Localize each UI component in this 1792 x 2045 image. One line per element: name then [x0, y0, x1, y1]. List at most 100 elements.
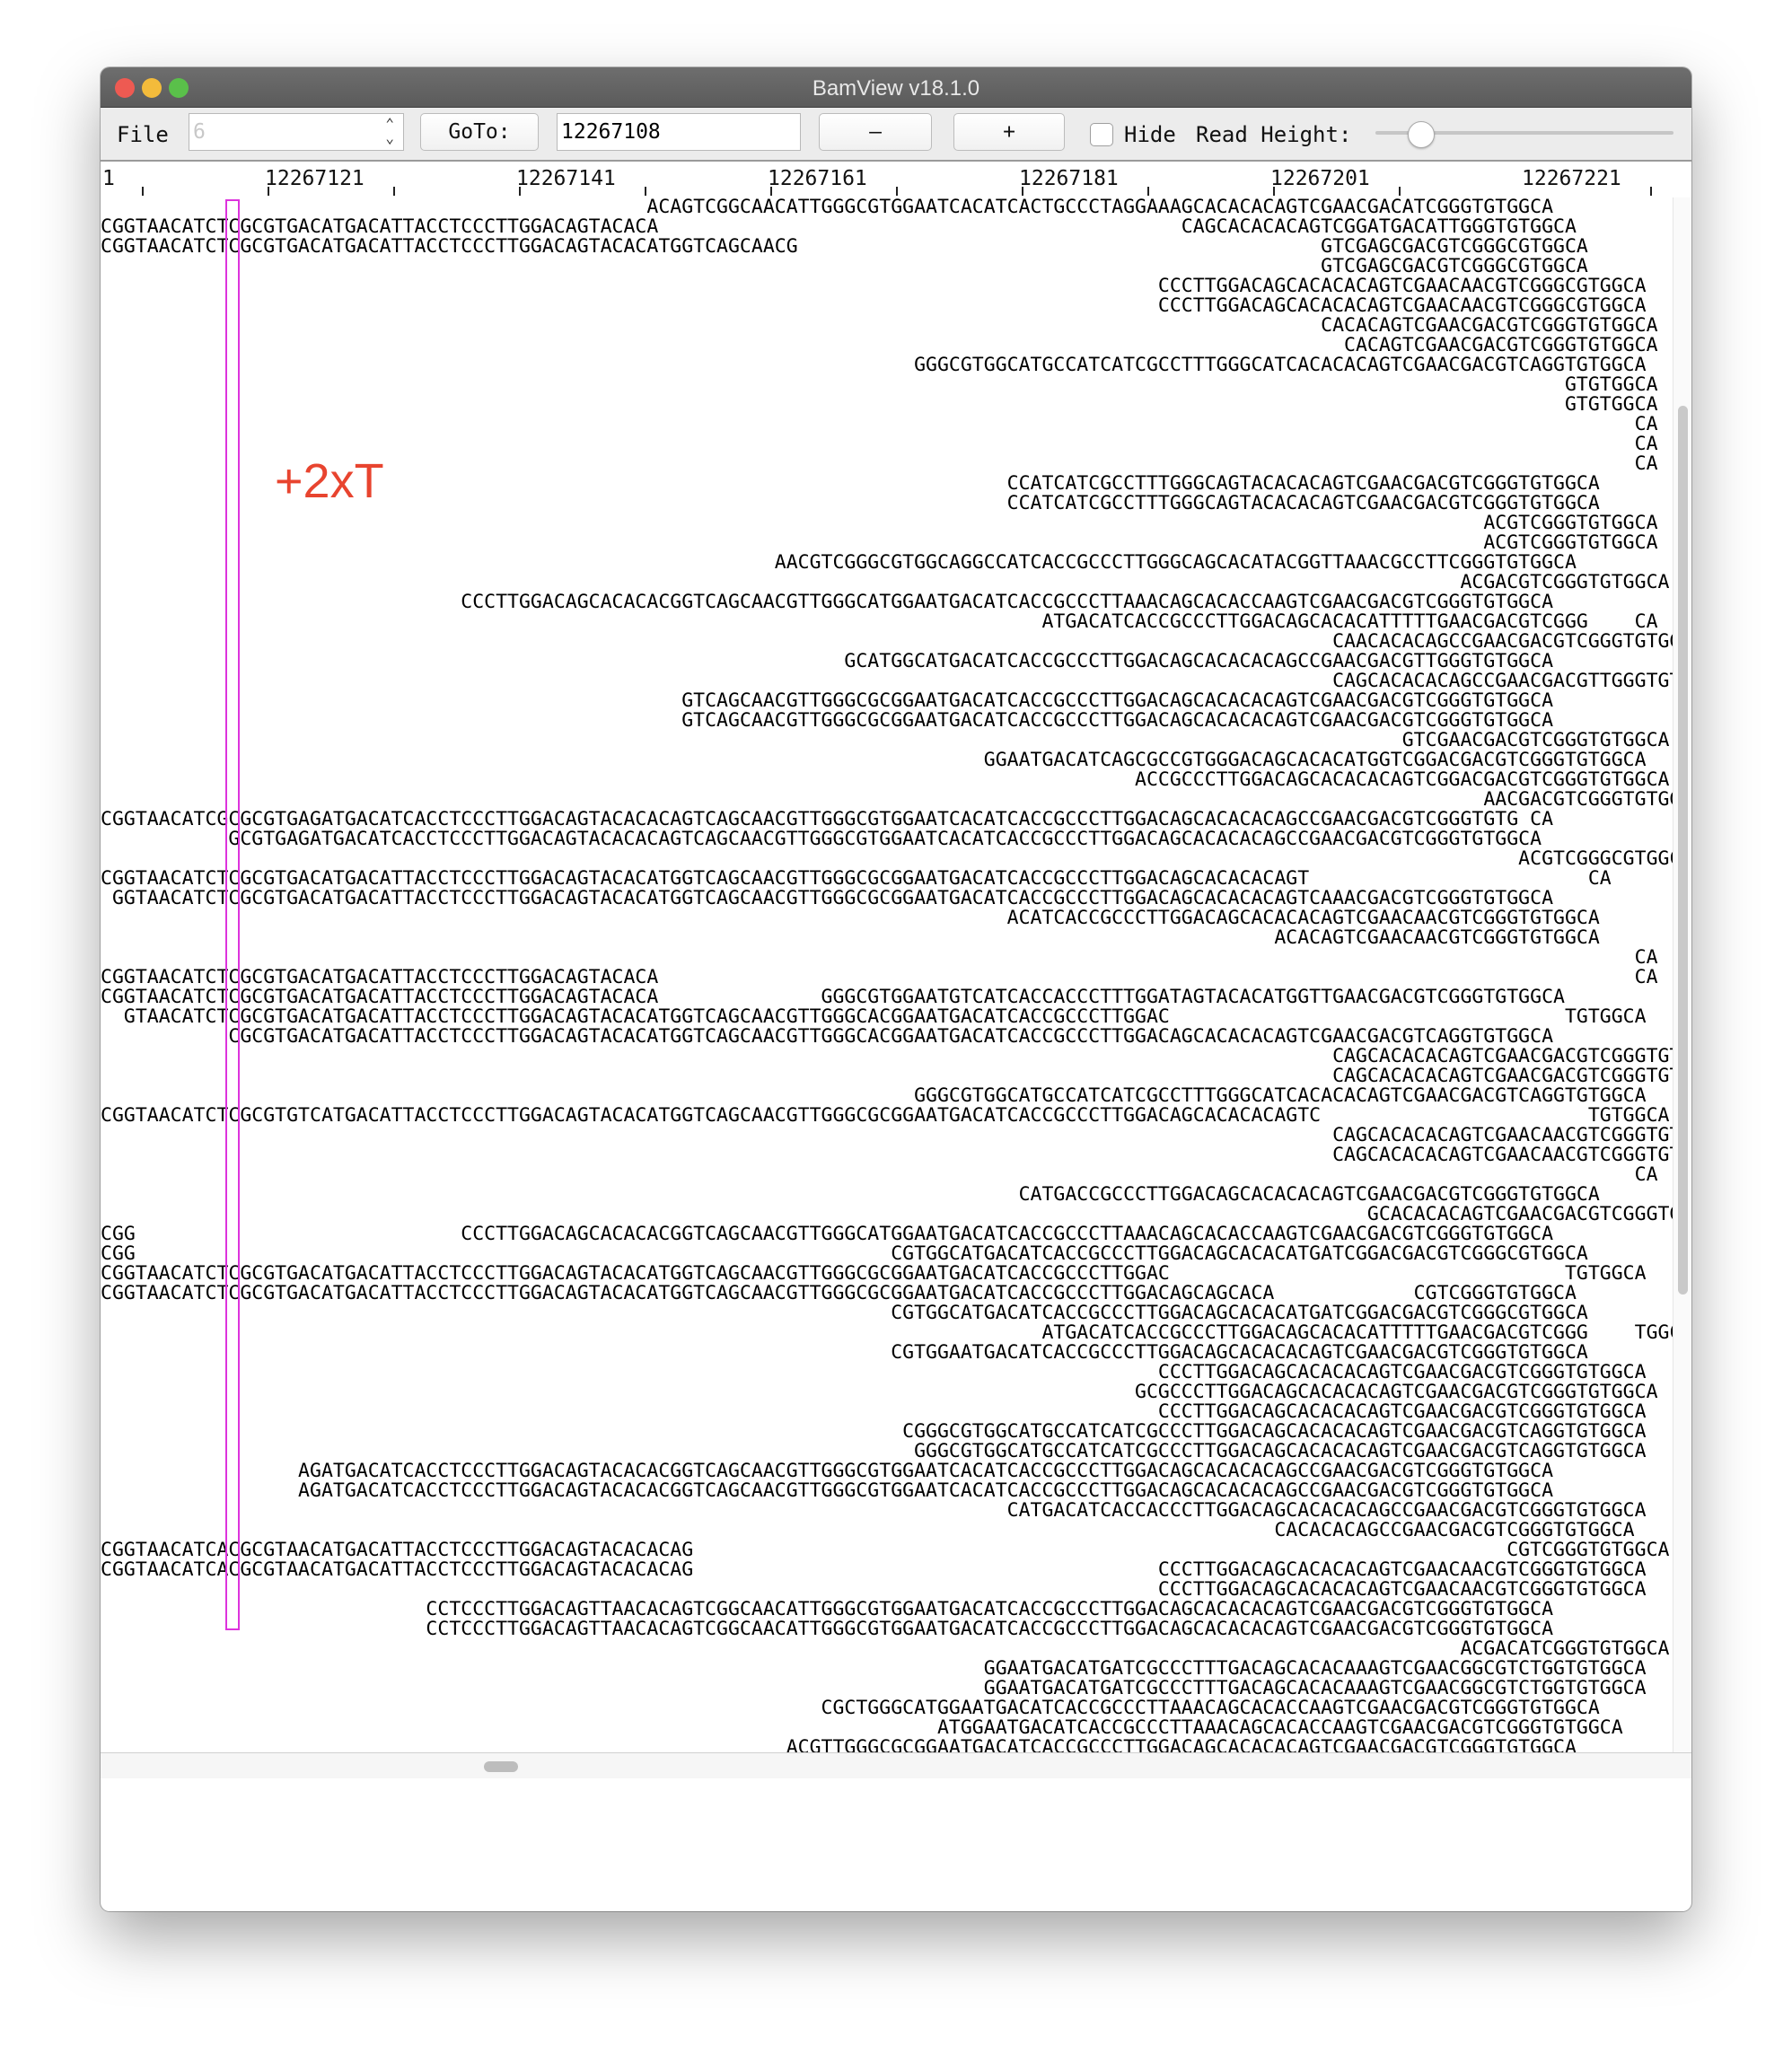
read-row[interactable]: GTCGAACGACGTCGGGTGTGGCA	[101, 731, 1673, 750]
hide-label: Hide	[1124, 122, 1176, 147]
read-row[interactable]: CCCTTGGACAGCACACACAGTCGAACGACGTCGGGTGTGG…	[101, 1363, 1673, 1382]
bamview-window: BamView v18.1.0 File 6 ⌃ ⌄ GoTo: 12267108…	[101, 67, 1691, 1911]
read-row[interactable]: ACCGCCCTTGGACAGCACACACAGTCGGACGACGTCGGGT…	[101, 770, 1673, 790]
read-row[interactable]: ATGACATCACCGCCCTTGGACAGCACACATTTTTGAACGA…	[101, 612, 1673, 632]
read-row[interactable]: GGTAACATCTCGCGTGACATGACATTACCTCCCTTGGACA…	[101, 889, 1673, 908]
read-row[interactable]: CGG CCCTTGGACAGCACACACGGTCAGCAACGTTGGGCA…	[101, 1224, 1673, 1244]
read-row[interactable]: ATGGAATGACATCACCGCCCTTAAACAGCACACCAAGTCG…	[101, 1718, 1673, 1738]
read-row[interactable]: CACACAGTCGAACGACGTCGGGTGTGGCA	[101, 316, 1673, 336]
read-row[interactable]: CGGTAACATCTCGCGTGTCATGACATTACCTCCCTTGGAC…	[101, 1106, 1673, 1126]
read-row[interactable]: CACACACAGCCGAACGACGTCGGGTGTGGCA	[101, 1521, 1673, 1540]
read-height-slider-knob[interactable]	[1407, 121, 1435, 148]
zoom-in-button[interactable]: +	[953, 113, 1065, 151]
read-row[interactable]: GCATGGCATGACATCACCGCCCTTGGACAGCACACACAGC…	[101, 652, 1673, 671]
hide-checkbox[interactable]	[1090, 123, 1113, 146]
read-row[interactable]: GTCAGCAACGTTGGGCGCGGAATGACATCACCGCCCTTGG…	[101, 711, 1673, 731]
read-row[interactable]: GGAATGACATGATCGCCCTTTGACAGCACACAAAGTCGAA…	[101, 1679, 1673, 1698]
read-row[interactable]: GGAATGACATGATCGCCCTTTGACAGCACACAAAGTCGAA…	[101, 1659, 1673, 1679]
read-row[interactable]: ACACAGTCGAACAACGTCGGGTGTGGCA	[101, 928, 1673, 948]
read-row[interactable]: GCGTGAGATGACATCACCTCCCTTGGACAGTACACACAGT…	[101, 829, 1673, 849]
read-row[interactable]: CGGTAACATCACGCGTAACATGACATTACCTCCCTTGGAC…	[101, 1540, 1673, 1560]
read-row[interactable]: ACGACGTCGGGTGTGGCA	[101, 573, 1673, 592]
vertical-scrollbar[interactable]	[1673, 197, 1691, 1752]
read-row[interactable]: CGCTGGGCATGGAATGACATCACCGCCCTTAAACAGCACA…	[101, 1698, 1673, 1718]
read-row[interactable]: CGGTAACATCTCGCGTGACATGACATTACCTCCCTTGGAC…	[101, 968, 1673, 987]
read-row[interactable]: AGATGACATCACCTCCCTTGGACAGTACACACGGTCAGCA…	[101, 1461, 1673, 1481]
read-row[interactable]: AACGACGTCGGGTGTGGCA	[101, 790, 1673, 810]
file-label: File	[117, 122, 169, 147]
read-row[interactable]: GCACACACAGTCGAACGACGTCGGGTGTGGCA	[101, 1205, 1673, 1224]
read-row[interactable]: CA	[101, 948, 1673, 968]
read-row[interactable]: CGGTAACATCTCGCGTGACATGACATTACCTCCCTTGGAC…	[101, 1284, 1673, 1303]
horizontal-scrollbar[interactable]	[101, 1752, 1691, 1778]
read-row[interactable]: GGAATGACATCAGCGCCGTGGGACAGCACACATGGTCGGA…	[101, 750, 1673, 770]
read-row[interactable]: GTCAGCAACGTTGGGCGCGGAATGACATCACCGCCCTTGG…	[101, 691, 1673, 711]
read-row[interactable]: CGGTAACATCTCGCGTGACATGACATTACCTCCCTTGGAC…	[101, 987, 1673, 1007]
insertion-highlight-box	[225, 199, 240, 1630]
file-selector[interactable]: 6 ⌃ ⌄	[189, 113, 404, 151]
read-row[interactable]: CA	[101, 415, 1673, 434]
read-row[interactable]: GGGCGTGGCATGCCATCATCGCCCTTGGACAGCACACACA…	[101, 1442, 1673, 1461]
ruler-tick	[142, 187, 144, 196]
read-row[interactable]: CAGCACACACAGCCGAACGACGTTGGGTGTGGCA	[101, 671, 1673, 691]
read-row[interactable]: GCGCCCTTGGACAGCACACACAGTCGAACGACGTCGGGTG…	[101, 1382, 1673, 1402]
read-row[interactable]: ACGTCGGGCGTGGCA	[101, 849, 1673, 869]
read-row[interactable]: CA	[101, 1165, 1673, 1185]
read-row[interactable]: CCCTTGGACAGCACACACAGTCGAACAACGTCGGGCGTGG…	[101, 296, 1673, 316]
read-row[interactable]: GTGTGGCA	[101, 395, 1673, 415]
read-row[interactable]: CGGTAACATCTCGCGTGACATGACATTACCTCCCTTGGAC…	[101, 237, 1673, 257]
read-row[interactable]: ACGTCGGGTGTGGCA	[101, 513, 1673, 533]
read-row[interactable]: CACAGTCGAACGACGTCGGGTGTGGCA	[101, 336, 1673, 355]
read-row[interactable]: CGTGGCATGACATCACCGCCCTTGGACAGCACACATGATC…	[101, 1303, 1673, 1323]
ruler-label: 12267141	[516, 167, 616, 190]
read-row[interactable]: ATGACATCACCGCCCTTGGACAGCACACATTTTTGAACGA…	[101, 1323, 1673, 1343]
read-row[interactable]: AACGTCGGGCGTGGCAGGCCATCACCGCCCTTGGGCAGCA…	[101, 553, 1673, 573]
vertical-scroll-thumb[interactable]	[1678, 406, 1688, 1295]
ruler-start-label: 1	[102, 167, 115, 190]
read-row[interactable]: CGGTAACATCTCGCGTGACATGACATTACCTCCCTTGGAC…	[101, 217, 1673, 237]
read-row[interactable]: GTAACATCTCGCGTGACATGACATTACCTCCCTTGGACAG…	[101, 1007, 1673, 1027]
position-ruler: 1 12267121 12267141 12267161 12267181 12…	[101, 162, 1691, 197]
read-row[interactable]: GGGCGTGGCATGCCATCATCGCCTTTGGGCATCACACACA…	[101, 355, 1673, 375]
stepper-arrows-icon[interactable]: ⌃ ⌄	[385, 117, 394, 145]
read-row[interactable]: GTGTGGCA	[101, 375, 1673, 395]
read-row[interactable]: CAGCACACACAGTCGAACGACGTCGGGTGTGGCA	[101, 1047, 1673, 1066]
read-row[interactable]: CAGCACACACAGTCGAACAACGTCGGGTGTGGCA	[101, 1126, 1673, 1145]
read-row[interactable]: CGGTAACATCGCGCGTGAGATGACATCACCTCCCTTGGAC…	[101, 810, 1673, 829]
read-row[interactable]: CGGGCGTGGCATGCCATCATCGCCCTTGGACAGCACACAC…	[101, 1422, 1673, 1442]
ruler-label: 12267201	[1270, 167, 1370, 190]
read-row[interactable]: CCCTTGGACAGCACACACAGTCGAACAACGTCGGGCGTGG…	[101, 276, 1673, 296]
ruler-label: 12267181	[1019, 167, 1119, 190]
read-row[interactable]: ACGACATCGGGTGTGGCA	[101, 1639, 1673, 1659]
goto-button[interactable]: GoTo:	[420, 113, 539, 151]
read-row[interactable]: AGATGACATCACCTCCCTTGGACAGTACACACGGTCAGCA…	[101, 1481, 1673, 1501]
read-row[interactable]: CAACACACAGCCGAACGACGTCGGGTGTGGCA	[101, 632, 1673, 652]
read-row[interactable]: CGGTAACATCACGCGTAACATGACATTACCTCCCTTGGAC…	[101, 1560, 1673, 1580]
read-row[interactable]: GTCGAGCGACGTCGGGCGTGGCA	[101, 257, 1673, 276]
read-row[interactable]: CGCGTGACATGACATTACCTCCCTTGGACAGTACACATGG…	[101, 1027, 1673, 1047]
read-row[interactable]: CATGACCGCCCTTGGACAGCACACACAGTCGAACGACGTC…	[101, 1185, 1673, 1205]
read-row[interactable]: CGGTAACATCTCGCGTGACATGACATTACCTCCCTTGGAC…	[101, 1264, 1673, 1284]
read-row[interactable]: CCTCCCTTGGACAGTTAACACAGTCGGCAACATTGGGCGT…	[101, 1619, 1673, 1639]
read-row[interactable]: CGGTAACATCTCGCGTGACATGACATTACCTCCCTTGGAC…	[101, 869, 1673, 889]
zoom-out-button[interactable]: –	[819, 113, 932, 151]
read-row[interactable]: CCCTTGGACAGCACACACGGTCAGCAACGTTGGGCATGGA…	[101, 592, 1673, 612]
read-row[interactable]: ACAGTCGGCAACATTGGGCGTGGAATCACATCACTGCCCT…	[101, 197, 1673, 217]
read-row[interactable]: CCCTTGGACAGCACACACAGTCGAACGACGTCGGGTGTGG…	[101, 1402, 1673, 1422]
read-row[interactable]: CA	[101, 434, 1673, 454]
read-row[interactable]: CAGCACACACAGTCGAACGACGTCGGGTGTGGCA	[101, 1066, 1673, 1086]
read-row[interactable]: ACATCACCGCCCTTGGACAGCACACACAGTCGAACAACGT…	[101, 908, 1673, 928]
read-row[interactable]: CAGCACACACAGTCGAACAACGTCGGGTGTGGCA	[101, 1145, 1673, 1165]
read-row[interactable]: CCCTTGGACAGCACACACAGTCGAACAACGTCGGGTGTGG…	[101, 1580, 1673, 1600]
ruler-label: 12267121	[265, 167, 365, 190]
read-row[interactable]: GGGCGTGGCATGCCATCATCGCCTTTGGGCATCACACACA…	[101, 1086, 1673, 1106]
read-row[interactable]: CGTGGAATGACATCACCGCCCTTGGACAGCACACACAGTC…	[101, 1343, 1673, 1363]
read-row[interactable]: CATGACATCACCACCCTTGGACAGCACACACAGCCGAACG…	[101, 1501, 1673, 1521]
read-row[interactable]: CGG CGTGGCATGACATCACCGCCCTTGGACAGCACACAT…	[101, 1244, 1673, 1264]
read-row[interactable]: ACGTTGGGCGCGGAATGACATCACCGCCCTTGGACAGCAC…	[101, 1738, 1673, 1753]
read-row[interactable]: CCTCCCTTGGACAGTTAACACAGTCGGCAACATTGGGCGT…	[101, 1600, 1673, 1619]
read-row[interactable]: ACGTCGGGTGTGGCA	[101, 533, 1673, 553]
goto-position-input[interactable]: 12267108	[557, 113, 801, 151]
horizontal-scroll-thumb[interactable]	[484, 1761, 518, 1772]
read-alignment-view[interactable]: ACAGTCGGCAACATTGGGCGTGGAATCACATCACTGCCCT…	[101, 197, 1673, 1752]
